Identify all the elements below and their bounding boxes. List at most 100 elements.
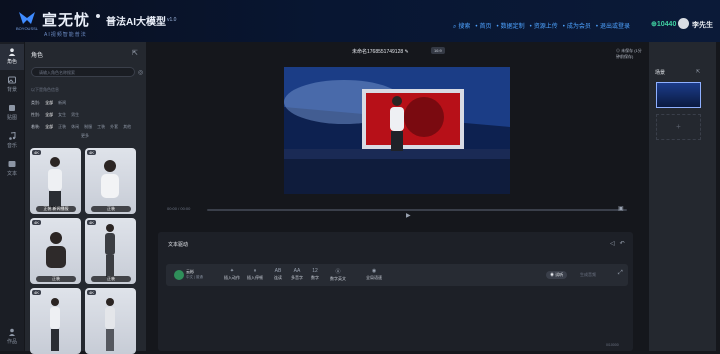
filter-option[interactable]: 新闻 xyxy=(58,100,66,106)
top-header: BOYOUSSL 宣无忧 普法AI大模型 v1.0 AI视频智能普法 ⌕ 搜索 •… xyxy=(0,0,720,42)
rail-item-background[interactable]: 背景 xyxy=(0,72,24,98)
logo-caption: BOYOUSSL xyxy=(16,26,39,31)
avatar-figure xyxy=(48,157,62,207)
rail-item-text[interactable]: 文本 xyxy=(0,156,24,182)
numeric-english-icon: Ⓐ xyxy=(335,269,341,275)
avatar-figure xyxy=(101,160,119,198)
project-title[interactable]: 未命名1768551749128 ✎ xyxy=(352,48,409,55)
nav-home[interactable]: • 首页 xyxy=(475,21,491,31)
speaker-icon[interactable]: ◁ xyxy=(610,241,620,247)
nav-search[interactable]: ⌕ 搜索 xyxy=(453,21,470,31)
rail-item-works[interactable]: 作品 xyxy=(0,324,24,350)
number-icon: 12 xyxy=(312,268,318,274)
music-icon xyxy=(9,132,16,140)
scene-panel: 场景 ⇱ + xyxy=(649,42,716,351)
text-toolbar: 云彬 中文 | 普通 ✦ 插入动作 ⏸ 插入停顿 AB 连读 AA 多音字 12 数字 Ⓐ… xyxy=(166,264,628,286)
rail-item-music[interactable]: 音乐 xyxy=(0,128,24,154)
tagline: AI视频智能普法 xyxy=(44,32,87,38)
rail-item-role[interactable]: 角色 xyxy=(0,44,24,70)
polyphone-icon: AA xyxy=(293,268,301,274)
expand-icon[interactable]: ⤢ xyxy=(618,270,623,277)
tool-numeric-english[interactable]: Ⓐ 数字英文 xyxy=(330,268,346,282)
filter-option[interactable]: 制服 xyxy=(84,124,92,130)
role-card[interactable]: 4K 正装 xyxy=(30,218,81,284)
filter-option[interactable]: 女生 xyxy=(58,112,66,118)
aspect-ratio-button[interactable]: 16:9 xyxy=(431,47,445,54)
tool-global-speed[interactable]: ◉ 全局语速 xyxy=(366,268,382,281)
tool-insert-action[interactable]: ✦ 插入动作 xyxy=(224,268,240,281)
pause-icon: ⏸ xyxy=(253,268,257,274)
search-input[interactable]: 请输入角色名称搜索 xyxy=(31,67,135,77)
avatar-figure xyxy=(105,298,115,351)
sticker-icon xyxy=(9,105,15,111)
filter-option[interactable]: 外套 xyxy=(110,124,118,130)
text-drive-panel: 文本驱动 ◁↶ 云彬 中文 | 普通 ✦ 插入动作 ⏸ 插入停顿 AB 连读 AA 多音… xyxy=(158,232,633,351)
role-card[interactable]: 4K 正装 xyxy=(85,218,136,284)
fullscreen-icon[interactable]: ▣ xyxy=(618,205,624,212)
rail-item-sticker[interactable]: 贴图 xyxy=(0,100,24,126)
filter-option[interactable]: 工装 xyxy=(97,124,105,130)
filter-option[interactable]: 其他 xyxy=(123,124,131,130)
speed-icon: ◉ xyxy=(371,268,377,274)
nav-logout[interactable]: • 退出或登录 xyxy=(596,21,630,31)
nav-member[interactable]: • 成为会员 xyxy=(563,21,591,31)
link-icon: AB xyxy=(274,268,282,274)
role-grid: 4K 正装-新闻播报 4K 正装 4K 正装 4K 正装 4K 4K xyxy=(30,148,162,354)
filter-option[interactable]: 全部 xyxy=(45,112,53,118)
avatar-figure xyxy=(105,224,115,277)
avatar[interactable] xyxy=(678,18,689,29)
filter-option[interactable]: 全部 xyxy=(45,100,53,106)
role-card[interactable]: 4K xyxy=(85,288,136,354)
timeline: 00:00 / 00:00 xyxy=(167,206,627,214)
brand-name: 宣无忧 xyxy=(42,12,91,29)
undo-icon[interactable]: ↶ xyxy=(620,241,630,247)
video-preview[interactable] xyxy=(284,67,510,194)
nav-upload[interactable]: • 资源上传 xyxy=(530,21,558,31)
filter-gender: 性别: 全部 女生 男生 xyxy=(31,112,80,118)
external-link-icon[interactable]: ⇱ xyxy=(696,69,700,75)
top-nav: ⌕ 搜索 • 首页 • 数据定制 • 资源上传 • 成为会员 • 退出或登录 xyxy=(453,21,630,31)
role-card[interactable]: 4K 正装 xyxy=(85,148,136,214)
trial-listen-button[interactable]: ◉ 试听 xyxy=(546,271,568,279)
tool-polyphone[interactable]: AA 多音字 xyxy=(291,268,303,281)
external-link-icon[interactable]: ⇱ xyxy=(132,49,138,57)
works-icon xyxy=(9,328,15,336)
filter-option[interactable]: 男生 xyxy=(71,112,79,118)
editor-area: 未命名1768551749128 ✎ 16:9 ⊙ 未保存 (1分钟前保存) 生… xyxy=(147,42,701,351)
filter-outfit: 着装: 全部 正装 休闲 制服 工装 外套 其他 xyxy=(31,124,132,130)
role-panel: 角色 ⇱ 请输入角色名称搜索 ◎ 以下是角色信息 类别: 全部 新闻 性别: 全… xyxy=(25,42,166,354)
panel-actions: ◁↶ xyxy=(610,240,630,247)
text-panel-title: 文本驱动 xyxy=(168,242,189,248)
background-icon xyxy=(8,76,16,84)
voice-desc: 中文 | 普通 xyxy=(186,275,203,279)
play-icon[interactable]: ▶ xyxy=(406,212,411,219)
filter-option[interactable]: 休闲 xyxy=(71,124,79,130)
char-count: 0/10000 xyxy=(606,343,619,347)
brand-separator xyxy=(96,14,100,18)
save-status: ⊙ 未保存 (1分钟前保存) xyxy=(616,48,642,59)
tool-number[interactable]: 12 数字 xyxy=(311,268,319,281)
progress-track[interactable] xyxy=(207,209,627,211)
scene-title: 场景 xyxy=(655,70,666,76)
nav-custom[interactable]: • 数据定制 xyxy=(497,21,525,31)
add-scene-button[interactable]: + xyxy=(656,114,701,140)
user-name[interactable]: 李先生 xyxy=(692,20,713,30)
tool-link[interactable]: AB 连读 xyxy=(274,268,282,281)
search-icon: ⌕ xyxy=(453,24,457,30)
voice-avatar[interactable] xyxy=(174,270,184,280)
tool-insert-pause[interactable]: ⏸ 插入停顿 xyxy=(247,268,263,281)
product-name: 普法AI大模型 xyxy=(106,17,166,28)
camera-icon[interactable]: ◎ xyxy=(138,69,143,76)
filter-category: 类别: 全部 新闻 xyxy=(31,100,67,106)
role-card[interactable]: 4K xyxy=(30,288,81,354)
scene-thumbnail[interactable] xyxy=(656,82,701,108)
generate-audio-button[interactable]: 生成音频 xyxy=(576,271,600,279)
version-label: v1.0 xyxy=(167,17,177,23)
more-link[interactable]: 更多 xyxy=(81,133,89,139)
role-card[interactable]: 4K 正装-新闻播报 xyxy=(30,148,81,214)
newsroom-scene xyxy=(284,67,510,194)
action-icon: ✦ xyxy=(229,268,235,274)
filter-option[interactable]: 全部 xyxy=(45,124,53,130)
panel-title: 角色 xyxy=(31,53,44,59)
filter-option[interactable]: 正装 xyxy=(58,124,66,130)
